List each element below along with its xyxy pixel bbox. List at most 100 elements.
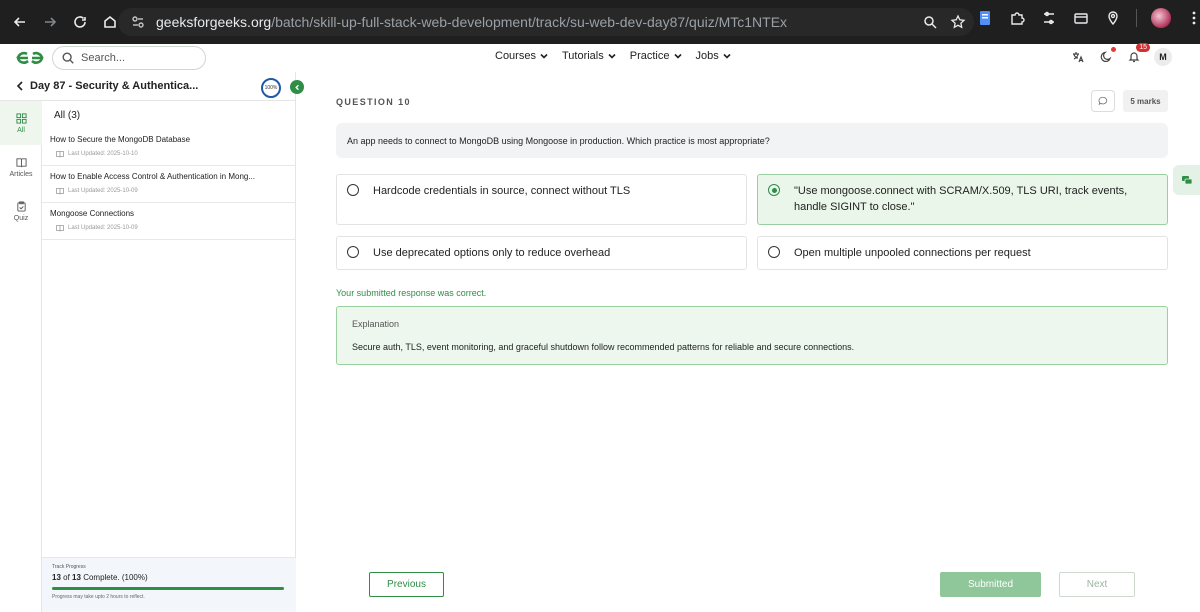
track-progress-count: 13 of 13 Complete. (100%) bbox=[52, 573, 286, 582]
list-item-meta: Last Updated: 2025-10-09 bbox=[56, 187, 295, 195]
chevron-down-icon bbox=[608, 53, 616, 59]
comment-button[interactable] bbox=[1091, 90, 1115, 112]
chevron-down-icon bbox=[673, 53, 682, 59]
option-text: Open multiple unpooled connections per r… bbox=[794, 247, 1031, 259]
answer-feedback: Your submitted response was correct. bbox=[336, 288, 487, 298]
option-3[interactable]: Use deprecated options only to reduce ov… bbox=[336, 236, 747, 270]
radio-button-selected[interactable] bbox=[768, 184, 780, 196]
url-host: geeksforgeeks.org bbox=[156, 14, 272, 30]
notification-bell-icon[interactable]: 15 bbox=[1126, 43, 1150, 65]
extension-doc-icon[interactable] bbox=[976, 9, 994, 27]
radio-dot bbox=[771, 187, 777, 193]
search-icon bbox=[62, 52, 74, 64]
next-button[interactable]: Next bbox=[1059, 572, 1135, 597]
nav-courses-label: Courses bbox=[495, 50, 536, 62]
gfg-logo-icon[interactable] bbox=[14, 46, 46, 70]
media-controls-icon[interactable] bbox=[1040, 9, 1058, 27]
rail-item-all-label: All bbox=[17, 126, 25, 134]
location-pin-icon[interactable] bbox=[1104, 9, 1122, 27]
payment-card-icon[interactable] bbox=[1072, 9, 1090, 27]
option-text: "Use mongoose.connect with SCRAM/X.509, … bbox=[794, 185, 1128, 213]
list-item[interactable]: Mongoose Connections Last Updated: 2025-… bbox=[42, 203, 295, 240]
url-text: geeksforgeeks.org/batch/skill-up-full-st… bbox=[156, 14, 787, 30]
grid-icon bbox=[15, 112, 27, 124]
forward-arrow-icon[interactable] bbox=[36, 8, 64, 36]
track-progress: Track Progress 13 of 13 Complete. (100%)… bbox=[42, 557, 296, 612]
radio-button[interactable] bbox=[347, 246, 359, 258]
option-text: Use deprecated options only to reduce ov… bbox=[373, 247, 611, 259]
chevron-left-icon bbox=[294, 84, 299, 90]
track-progress-note: Progress may take upto 2 hours to reflec… bbox=[52, 594, 145, 600]
track-progress-label: Track Progress bbox=[52, 564, 86, 570]
moon-indicator-dot bbox=[1111, 47, 1116, 52]
zoom-icon[interactable] bbox=[922, 14, 938, 30]
site-header: Courses Tutorials Practice Jobs 15 M bbox=[0, 43, 1200, 72]
nav-practice[interactable]: Practice bbox=[630, 50, 682, 62]
total-count: 13 bbox=[72, 573, 81, 582]
list-item-date: Last Updated: 2025-10-10 bbox=[68, 151, 138, 157]
nav-courses[interactable]: Courses bbox=[495, 50, 548, 62]
list-item-title: How to Secure the MongoDB Database bbox=[50, 135, 191, 144]
sidebar-list: All (3) How to Secure the MongoDB Databa… bbox=[42, 101, 296, 612]
question-number: QUESTION 10 bbox=[336, 97, 411, 107]
menu-dots-icon[interactable] bbox=[1185, 9, 1200, 27]
nav-tutorials[interactable]: Tutorials bbox=[562, 50, 616, 62]
count-of: of bbox=[63, 573, 70, 582]
list-item-date: Last Updated: 2025-10-09 bbox=[68, 225, 138, 231]
extensions-puzzle-icon[interactable] bbox=[1008, 9, 1026, 27]
rail-item-quiz-label: Quiz bbox=[13, 214, 29, 222]
option-4[interactable]: Open multiple unpooled connections per r… bbox=[757, 236, 1168, 270]
translate-icon[interactable] bbox=[1070, 49, 1086, 65]
url-path: /batch/skill-up-full-stack-web-developme… bbox=[271, 14, 788, 30]
book-icon bbox=[56, 188, 64, 195]
list-item-date: Last Updated: 2025-10-09 bbox=[68, 188, 138, 194]
divider-icon bbox=[1136, 9, 1137, 27]
sidebar-rail: All Articles Quiz bbox=[0, 101, 42, 612]
book-icon bbox=[56, 151, 64, 158]
chevron-left-icon[interactable] bbox=[14, 80, 26, 92]
bookmark-star-icon[interactable] bbox=[950, 14, 966, 30]
explanation-title: Explanation bbox=[352, 319, 400, 329]
rail-item-all[interactable]: All bbox=[0, 101, 42, 145]
list-item-title: Mongoose Connections bbox=[50, 209, 135, 218]
previous-button[interactable]: Previous bbox=[369, 572, 444, 597]
notification-count-badge: 15 bbox=[1136, 43, 1150, 52]
completed-count: 13 bbox=[52, 573, 61, 582]
list-heading: All (3) bbox=[54, 109, 81, 121]
option-1[interactable]: Hardcode credentials in source, connect … bbox=[336, 174, 747, 225]
chevron-down-icon bbox=[540, 53, 548, 59]
list-item-meta: Last Updated: 2025-10-10 bbox=[56, 150, 295, 158]
dark-mode-moon-icon[interactable] bbox=[1098, 47, 1116, 65]
list-item-meta: Last Updated: 2025-10-09 bbox=[56, 224, 295, 232]
main-nav: Courses Tutorials Practice Jobs bbox=[495, 50, 731, 62]
submitted-button[interactable]: Submitted bbox=[940, 572, 1041, 597]
collapse-sidebar-button[interactable] bbox=[290, 80, 304, 94]
back-arrow-icon[interactable] bbox=[6, 8, 34, 36]
radio-button[interactable] bbox=[347, 184, 359, 196]
nav-practice-label: Practice bbox=[629, 50, 670, 62]
nav-tutorials-label: Tutorials bbox=[561, 50, 604, 62]
address-bar[interactable]: geeksforgeeks.org/batch/skill-up-full-st… bbox=[118, 8, 974, 36]
reload-icon[interactable] bbox=[66, 8, 94, 36]
chat-button[interactable] bbox=[1173, 165, 1200, 195]
radio-button[interactable] bbox=[768, 246, 780, 258]
count-suffix: Complete. (100%) bbox=[83, 573, 148, 582]
option-2[interactable]: "Use mongoose.connect with SCRAM/X.509, … bbox=[757, 174, 1168, 225]
browser-toolbar: geeksforgeeks.org/batch/skill-up-full-st… bbox=[0, 0, 1200, 44]
explanation-text: Secure auth, TLS, event monitoring, and … bbox=[352, 342, 855, 352]
list-item[interactable]: How to Secure the MongoDB Database Last … bbox=[42, 129, 295, 166]
site-info-icon[interactable] bbox=[130, 14, 146, 30]
profile-avatar[interactable] bbox=[1151, 8, 1171, 28]
search-bar[interactable] bbox=[52, 46, 206, 70]
search-input[interactable] bbox=[81, 52, 201, 64]
nav-jobs[interactable]: Jobs bbox=[696, 50, 731, 62]
option-text: Hardcode credentials in source, connect … bbox=[373, 185, 631, 197]
explanation-box: Explanation Secure auth, TLS, event moni… bbox=[336, 306, 1168, 365]
nav-jobs-label: Jobs bbox=[695, 50, 719, 62]
user-avatar[interactable]: M bbox=[1154, 48, 1172, 66]
list-item[interactable]: How to Enable Access Control & Authentic… bbox=[42, 166, 295, 203]
rail-item-quiz[interactable]: Quiz bbox=[0, 189, 42, 233]
rail-item-articles[interactable]: Articles bbox=[0, 145, 42, 189]
track-progress-fill bbox=[52, 587, 284, 590]
track-progress-bar bbox=[52, 587, 284, 590]
